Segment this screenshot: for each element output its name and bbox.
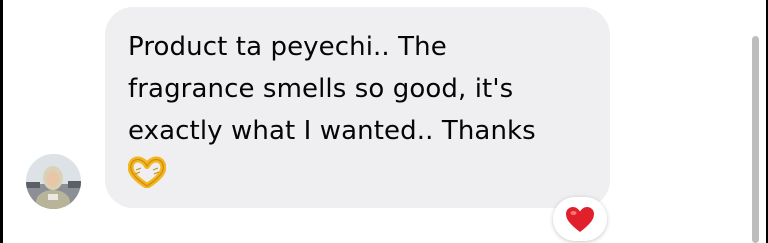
chat-view: Product ta peyechi.. The fragrance smell… (0, 0, 768, 243)
left-border (0, 0, 3, 243)
heart-hands-icon (127, 152, 586, 192)
scrollbar-thumb[interactable] (752, 36, 759, 243)
red-heart-icon (566, 206, 594, 232)
message-line-3: exactly what I wanted.. Thanks (128, 116, 536, 146)
message-line-2: fragrance smells so good, it's (128, 74, 514, 104)
sender-avatar[interactable] (26, 154, 81, 209)
reaction-badge[interactable] (553, 197, 607, 241)
message-bubble[interactable]: Product ta peyechi.. The fragrance smell… (105, 7, 610, 208)
message-line-1: Product ta peyechi.. The (128, 32, 447, 62)
